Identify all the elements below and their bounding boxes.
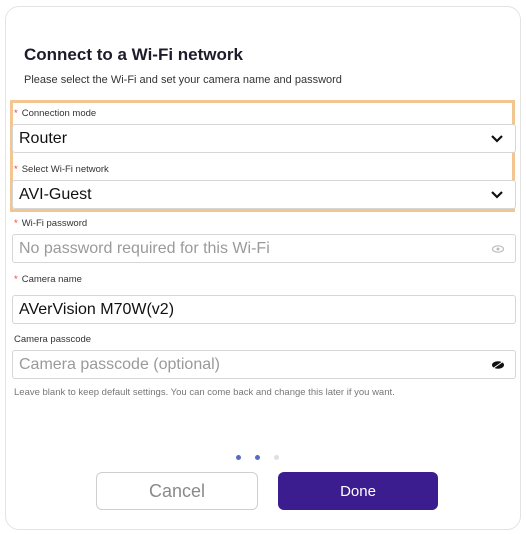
chevron-down-icon bbox=[489, 187, 505, 203]
chevron-down-icon bbox=[489, 131, 505, 147]
wifi-network-select[interactable]: AVI-Guest bbox=[12, 180, 516, 209]
wifi-connect-dialog: Connect to a Wi-Fi network Please select… bbox=[5, 6, 521, 530]
help-text: Leave blank to keep default settings. Yo… bbox=[14, 387, 395, 398]
connection-mode-label: * Connection mode bbox=[14, 108, 96, 119]
pagination-dot bbox=[274, 455, 279, 460]
camera-name-label: * Camera name bbox=[14, 274, 82, 285]
camera-name-field[interactable]: AVerVision M70W(v2) bbox=[12, 295, 516, 324]
wifi-network-label: * Select Wi-Fi network bbox=[14, 164, 109, 175]
cancel-button[interactable]: Cancel bbox=[96, 472, 258, 510]
wifi-network-label-text: Select Wi-Fi network bbox=[21, 164, 109, 175]
wifi-password-field[interactable]: No password required for this Wi-Fi bbox=[12, 234, 516, 263]
eye-icon[interactable] bbox=[491, 360, 505, 370]
camera-name-value: AVerVision M70W(v2) bbox=[19, 300, 175, 318]
required-marker: * bbox=[14, 108, 18, 119]
dialog-title: Connect to a Wi-Fi network bbox=[24, 45, 243, 64]
pagination-dot bbox=[236, 455, 241, 460]
done-button[interactable]: Done bbox=[278, 472, 438, 510]
required-marker: * bbox=[14, 274, 18, 285]
dialog-subtitle: Please select the Wi-Fi and set your cam… bbox=[24, 74, 342, 86]
camera-passcode-label: Camera passcode bbox=[14, 334, 91, 345]
eye-icon[interactable] bbox=[491, 244, 505, 254]
pagination-dot-active bbox=[255, 455, 260, 460]
camera-passcode-field[interactable]: Camera passcode (optional) bbox=[12, 350, 516, 379]
wifi-password-label: * Wi-Fi password bbox=[14, 218, 87, 229]
wifi-network-value: AVI-Guest bbox=[19, 185, 92, 203]
wifi-password-label-text: Wi-Fi password bbox=[21, 218, 88, 229]
camera-name-label-text: Camera name bbox=[21, 274, 82, 285]
pagination-dots bbox=[236, 455, 279, 460]
wifi-password-placeholder: No password required for this Wi-Fi bbox=[19, 239, 270, 257]
required-marker: * bbox=[14, 218, 18, 229]
required-marker: * bbox=[14, 164, 18, 175]
camera-passcode-label-text: Camera passcode bbox=[14, 334, 92, 345]
camera-passcode-placeholder: Camera passcode (optional) bbox=[19, 355, 220, 373]
connection-mode-select[interactable]: Router bbox=[12, 124, 516, 153]
connection-mode-value: Router bbox=[19, 129, 68, 147]
connection-mode-label-text: Connection mode bbox=[21, 108, 97, 119]
